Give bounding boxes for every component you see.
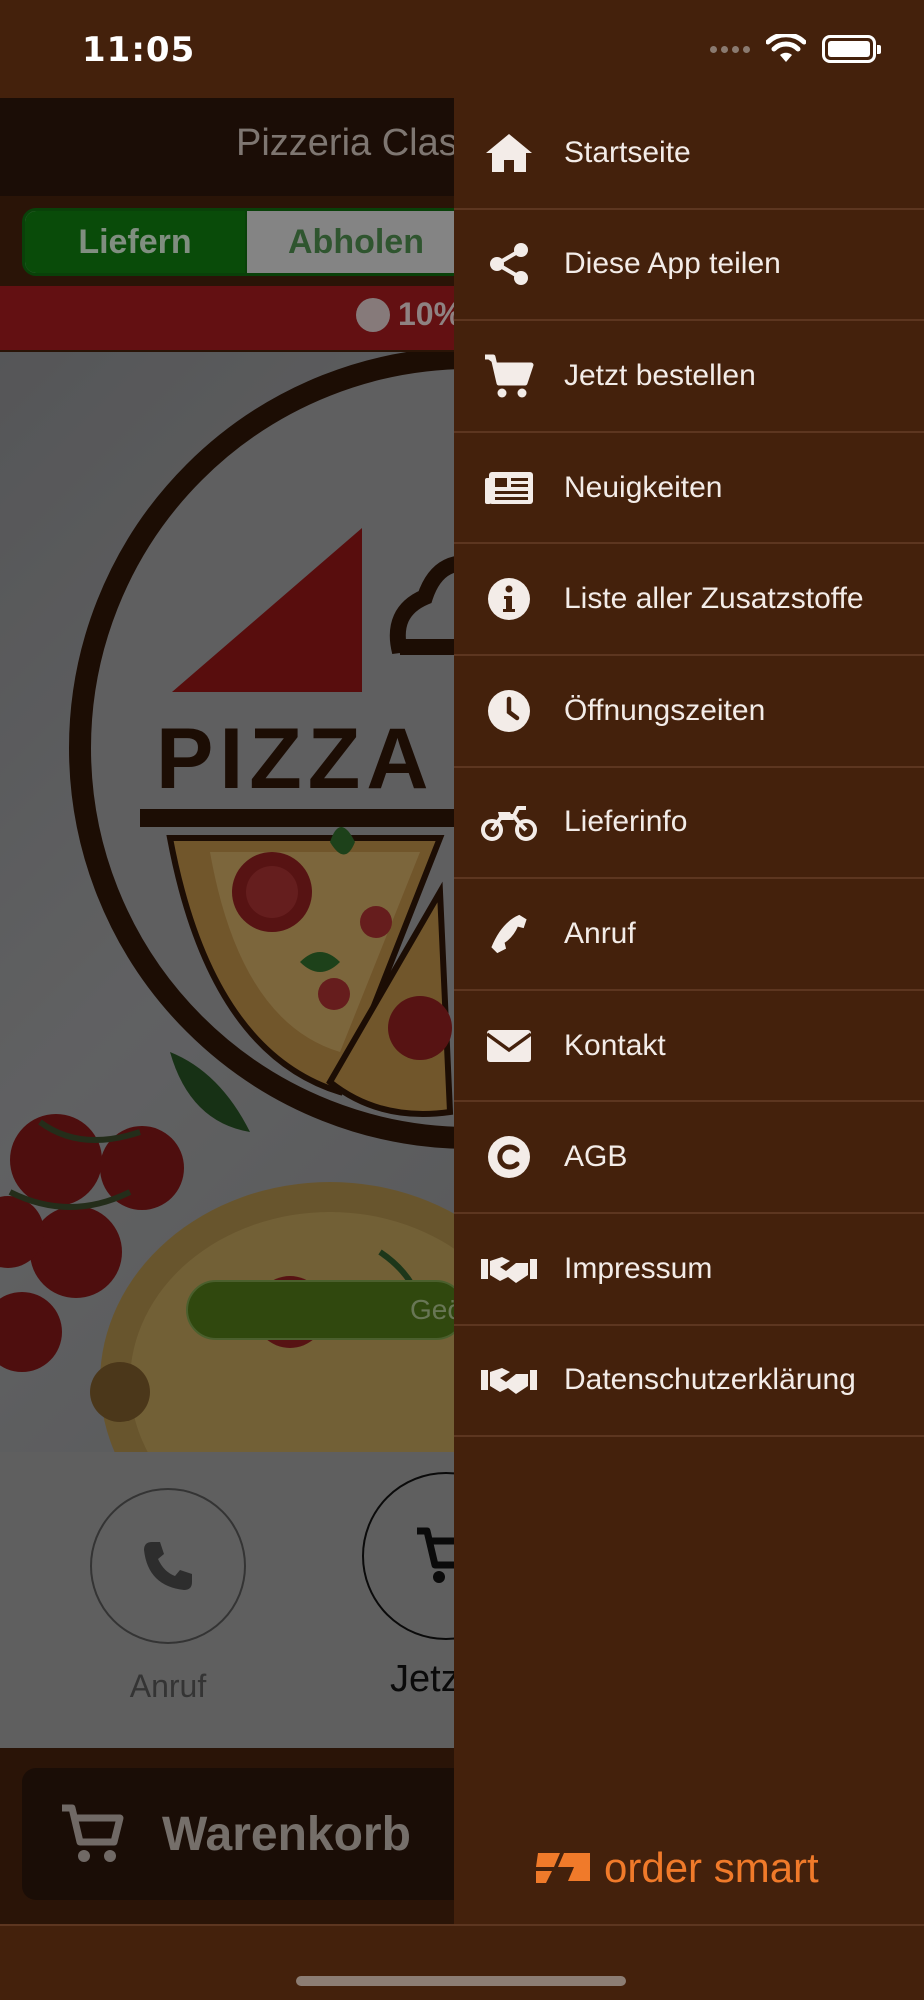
- wifi-icon: [766, 34, 806, 62]
- drawer-item-label: Impressum: [564, 1251, 713, 1285]
- status-bar: 11:05: [0, 0, 924, 98]
- drawer-item-label: Öffnungszeiten: [564, 693, 766, 727]
- drawer-item-agb[interactable]: AGB: [454, 1102, 924, 1214]
- drawer-item-label: Jetzt bestellen: [564, 358, 756, 392]
- drawer-item-share-app[interactable]: Diese App teilen: [454, 210, 924, 322]
- drawer-item-label: Anruf: [564, 916, 636, 950]
- navigation-drawer: Startseite Diese App teilen Jetzt bestel…: [454, 98, 924, 1924]
- drawer-item-label: Liste aller Zusatzstoffe: [564, 582, 864, 616]
- drawer-item-label: Datenschutzerklärung: [564, 1363, 856, 1397]
- share-icon: [454, 242, 564, 286]
- copyright-icon: [454, 1135, 564, 1179]
- signal-icon: [710, 45, 750, 53]
- order-smart-logo[interactable]: order smart: [534, 1844, 819, 1892]
- handshake-icon: [454, 1251, 564, 1287]
- motorcycle-icon: [454, 802, 564, 842]
- status-time: 11:05: [82, 30, 196, 70]
- drawer-item-opening-hours[interactable]: Öffnungszeiten: [454, 656, 924, 768]
- handshake-icon: [454, 1362, 564, 1398]
- drawer-item-contact[interactable]: Kontakt: [454, 991, 924, 1103]
- drawer-item-privacy[interactable]: Datenschutzerklärung: [454, 1326, 924, 1438]
- battery-icon: [822, 35, 881, 63]
- home-indicator[interactable]: [296, 1976, 626, 1986]
- drawer-item-label: Diese App teilen: [564, 247, 781, 281]
- drawer-item-additives[interactable]: Liste aller Zusatzstoffe: [454, 544, 924, 656]
- cart-icon: [454, 353, 564, 399]
- newspaper-icon: [454, 468, 564, 508]
- drawer-item-delivery-info[interactable]: Lieferinfo: [454, 768, 924, 880]
- drawer-item-label: Kontakt: [564, 1028, 666, 1062]
- drawer-scrim[interactable]: [0, 98, 454, 1924]
- bottom-safe-area: [0, 1924, 924, 2000]
- drawer-item-imprint[interactable]: Impressum: [454, 1214, 924, 1326]
- drawer-item-startseite[interactable]: Startseite: [454, 98, 924, 210]
- info-icon: [454, 577, 564, 621]
- drawer-item-label: AGB: [564, 1140, 628, 1174]
- status-icons: [710, 34, 881, 64]
- drawer-item-order-now[interactable]: Jetzt bestellen: [454, 321, 924, 433]
- drawer-item-call[interactable]: Anruf: [454, 879, 924, 991]
- order-smart-logo-icon: [536, 1853, 590, 1883]
- envelope-icon: [454, 1028, 564, 1064]
- clock-icon: [454, 689, 564, 733]
- home-icon: [454, 131, 564, 175]
- brand-text: order smart: [604, 1844, 819, 1891]
- drawer-item-label: Lieferinfo: [564, 805, 688, 839]
- phone-icon: [454, 912, 564, 956]
- drawer-item-news[interactable]: Neuigkeiten: [454, 433, 924, 545]
- drawer-item-label: Neuigkeiten: [564, 470, 723, 504]
- drawer-item-label: Startseite: [564, 135, 691, 169]
